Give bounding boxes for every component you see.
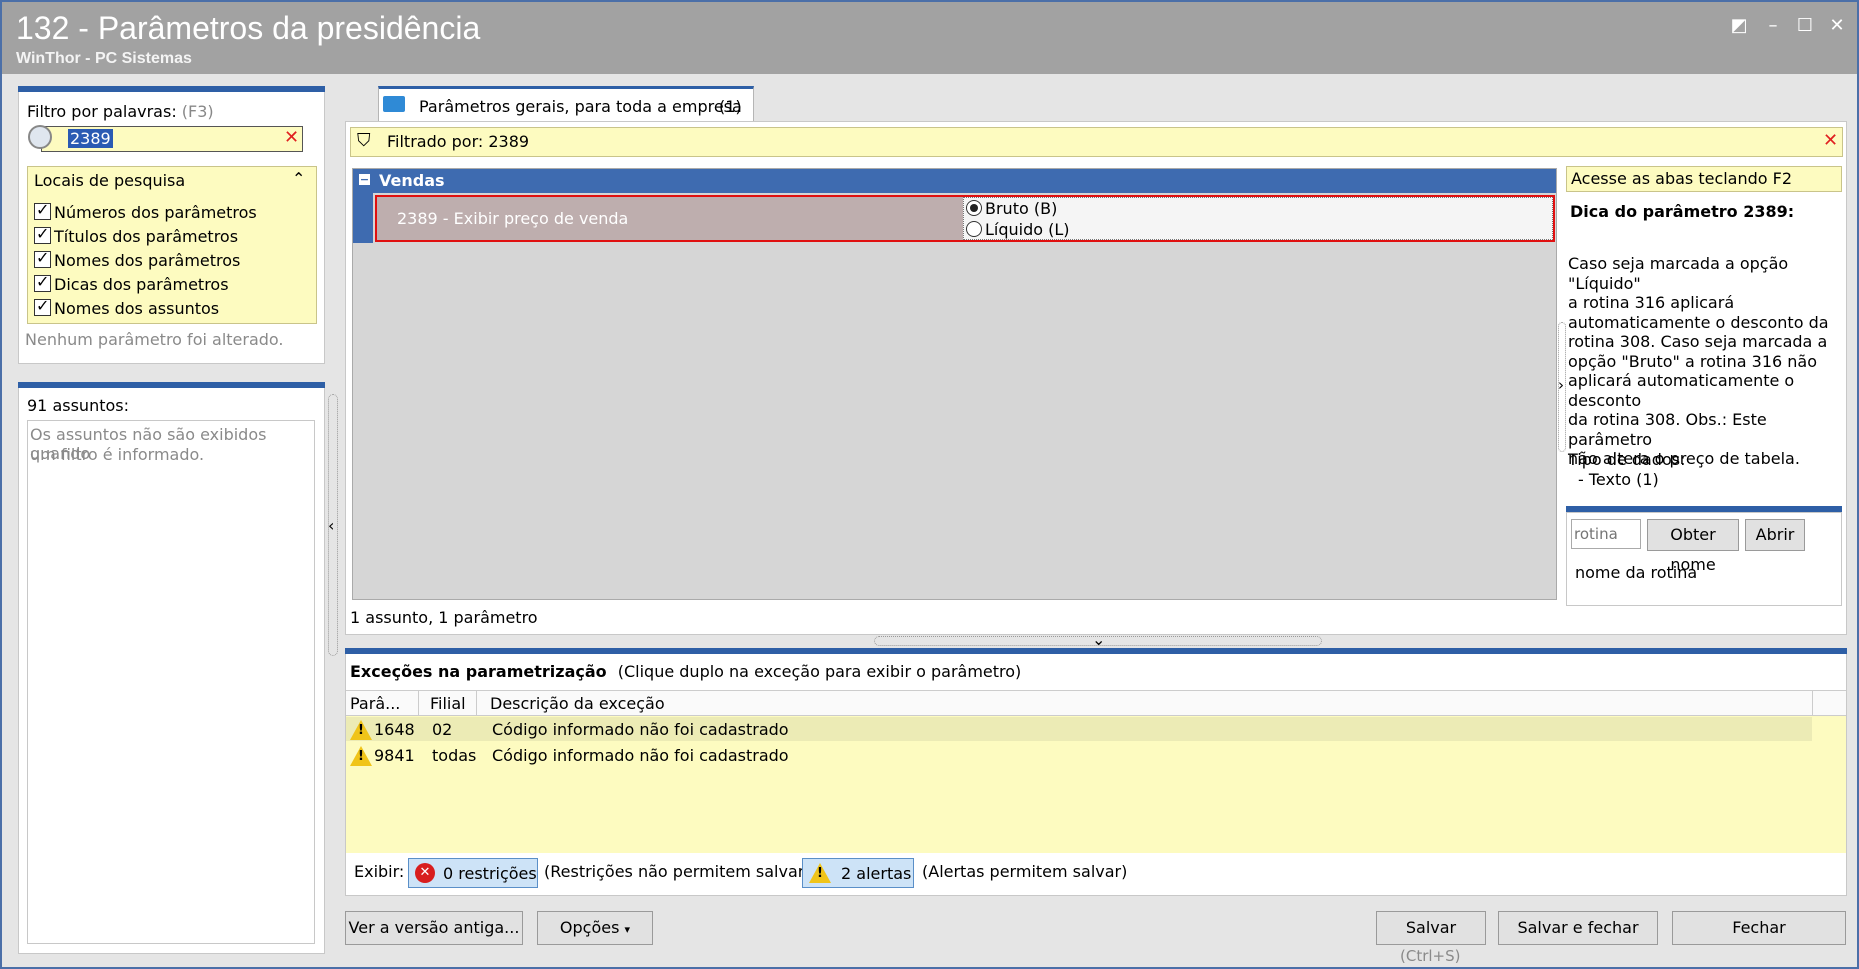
old-version-button[interactable]: Ver a versão antiga...: [345, 911, 523, 945]
options-button[interactable]: Opções ▾: [537, 911, 653, 945]
search-icon: [28, 125, 52, 149]
checkbox-icon[interactable]: [34, 200, 51, 220]
subjects-empty-line2: um filtro é informado.: [30, 445, 205, 464]
maximize-icon[interactable]: ☐: [1794, 16, 1816, 36]
get-name-button[interactable]: Obter nome: [1647, 519, 1739, 574]
col-param[interactable]: Parâ...: [350, 694, 400, 713]
alerts-toggle[interactable]: 2 alertas: [802, 858, 914, 888]
dropdown-arrow-icon: ▾: [624, 923, 631, 936]
collapse-left-icon[interactable]: ‹: [328, 516, 334, 535]
exceptions-title: Exceções na parametrização: [350, 662, 607, 681]
group-header[interactable]: − Vendas: [353, 169, 1556, 193]
minimize-icon[interactable]: –: [1762, 16, 1784, 36]
access-tip: Acesse as abas teclando F2: [1566, 166, 1842, 192]
exceptions-hint: (Clique duplo na exceção para exibir o p…: [617, 662, 1022, 681]
funnel-icon: ⛉: [357, 130, 371, 151]
alerts-note: (Alertas permitem salvar): [922, 862, 1128, 881]
routine-box: Obter nome Abrir nome da rotina: [1566, 512, 1842, 606]
folder-icon: [383, 96, 405, 112]
group-name: Vendas: [379, 171, 445, 190]
radio-selected-icon[interactable]: [966, 200, 982, 216]
main-window: 132 - Parâmetros da presidência WinThor …: [0, 0, 1859, 969]
open-button[interactable]: Abrir: [1745, 519, 1805, 551]
restrictions-note: (Restrições não permitem salvar): [544, 862, 811, 881]
save-button[interactable]: Salvar: [1376, 911, 1486, 945]
parameter-options: Bruto (B) Líquido (L): [963, 197, 1553, 240]
subjects-list[interactable]: Os assuntos não são exibidos quando um f…: [27, 420, 315, 944]
error-icon: ✕: [415, 863, 435, 883]
checkbox-icon[interactable]: [34, 296, 51, 316]
location-item[interactable]: Títulos dos parâmetros: [34, 224, 238, 246]
warning-icon: [350, 720, 372, 740]
filtered-by-bar: ⛉ Filtrado por: 2389 ✕: [350, 127, 1843, 157]
summary-text: 1 assunto, 1 parâmetro: [350, 608, 538, 627]
filter-panel: Filtro por palavras: (F3) 2389 ✕ Locais …: [18, 92, 325, 364]
restrictions-label: 0 restrições: [443, 864, 537, 883]
checkbox-icon[interactable]: [34, 248, 51, 268]
table-row[interactable]: 1648 02 Código informado não foi cadastr…: [346, 717, 1812, 741]
save-shortcut: (Ctrl+S): [1400, 947, 1461, 965]
location-item[interactable]: Nomes dos parâmetros: [34, 248, 240, 270]
parameters-grid: − Vendas 2389 - Exibir preço de venda Br…: [352, 168, 1557, 600]
hint-text: Caso seja marcada a opção "Líquido" a ro…: [1568, 254, 1829, 468]
col-description[interactable]: Descrição da exceção: [490, 694, 665, 713]
warning-icon: [350, 746, 372, 766]
collapse-icon[interactable]: ⌃: [292, 169, 305, 188]
group-indent: [353, 193, 373, 243]
clear-filtered-icon[interactable]: ✕: [1823, 130, 1838, 151]
filter-shortcut: (F3): [181, 102, 214, 121]
data-type-label: Tipo de dados:: [1568, 450, 1686, 469]
close-window-icon[interactable]: ✕: [1826, 16, 1848, 36]
collapse-bottom-icon[interactable]: ⌄: [1092, 630, 1105, 649]
close-button[interactable]: Fechar: [1672, 911, 1846, 945]
subjects-count: 91 assuntos:: [27, 396, 129, 415]
expand-right-icon[interactable]: ›: [1558, 376, 1564, 394]
option-bruto[interactable]: Bruto (B): [966, 199, 1057, 218]
clear-filter-icon[interactable]: ✕: [284, 127, 299, 148]
checkbox-icon[interactable]: [34, 224, 51, 244]
alerts-label: 2 alertas: [841, 864, 912, 883]
filter-input[interactable]: 2389 ✕: [28, 125, 303, 152]
exceptions-table: Parâ... Filial Descrição da exceção 1648…: [346, 690, 1846, 853]
window-title: 132 - Parâmetros da presidência: [16, 10, 481, 46]
filtered-by-text: Filtrado por: 2389: [387, 132, 530, 151]
radio-icon[interactable]: [966, 221, 982, 237]
warning-icon: [809, 863, 831, 883]
location-item[interactable]: Números dos parâmetros: [34, 200, 257, 222]
show-label: Exibir:: [354, 862, 405, 881]
subjects-panel: 91 assuntos: Os assuntos não são exibido…: [18, 388, 325, 954]
location-item[interactable]: Dicas dos parâmetros: [34, 272, 229, 294]
exceptions-header: Parâ... Filial Descrição da exceção: [346, 691, 1846, 716]
hint-title: Dica do parâmetro 2389:: [1570, 202, 1795, 221]
routine-name: nome da rotina: [1575, 563, 1698, 582]
parameter-label: 2389 - Exibir preço de venda: [397, 209, 629, 228]
restore-icon[interactable]: ◩: [1728, 16, 1750, 36]
tab-general-parameters[interactable]: Parâmetros gerais, para toda a empresa (…: [378, 86, 754, 122]
data-type-value: - Texto (1): [1578, 470, 1659, 489]
restrictions-toggle[interactable]: ✕ 0 restrições: [408, 858, 538, 888]
exceptions-panel: Exceções na parametrização (Clique duplo…: [345, 654, 1847, 896]
search-locations-box: Locais de pesquisa ⌃ Números dos parâmet…: [27, 166, 317, 324]
checkbox-icon[interactable]: [34, 272, 51, 292]
change-status: Nenhum parâmetro foi alterado.: [25, 330, 284, 349]
filter-value: 2389: [68, 129, 113, 148]
tab-count: (1): [719, 97, 742, 116]
routine-input[interactable]: [1571, 519, 1641, 549]
table-row[interactable]: 9841 todas Código informado não foi cada…: [346, 743, 1812, 767]
main-content: ⛉ Filtrado por: 2389 ✕ − Vendas 2389 - E…: [345, 121, 1847, 635]
tab-label: Parâmetros gerais, para toda a empresa: [419, 97, 742, 116]
filter-label: Filtro por palavras:: [27, 102, 177, 121]
window-subtitle: WinThor - PC Sistemas: [16, 50, 192, 67]
save-and-close-button[interactable]: Salvar e fechar: [1498, 911, 1658, 945]
option-liquido[interactable]: Líquido (L): [966, 220, 1070, 239]
search-locations-label: Locais de pesquisa: [34, 171, 186, 190]
title-bar: 132 - Parâmetros da presidência WinThor …: [2, 2, 1857, 74]
location-item[interactable]: Nomes dos assuntos: [34, 296, 219, 318]
col-filial[interactable]: Filial: [430, 694, 466, 713]
parameter-row[interactable]: 2389 - Exibir preço de venda Bruto (B) L…: [375, 195, 1555, 242]
collapse-group-icon[interactable]: −: [359, 174, 370, 185]
